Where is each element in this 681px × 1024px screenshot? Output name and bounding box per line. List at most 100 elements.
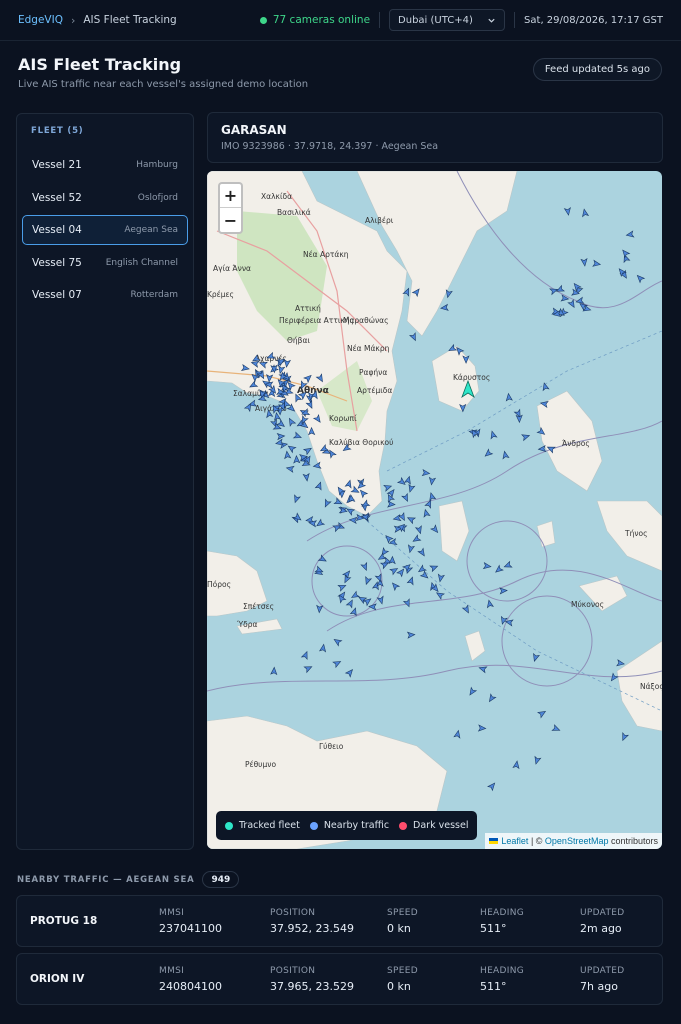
nearby-vessel-marker[interactable]	[483, 448, 494, 458]
ais-map[interactable]: Χαλκίδα Βασιλικά Αλιβέρι Νέα Αρτάκη Αγία…	[207, 171, 662, 849]
nearby-vessel-marker[interactable]	[293, 455, 301, 464]
nearby-vessel-marker[interactable]	[317, 554, 328, 564]
nearby-vessel-marker[interactable]	[421, 468, 431, 477]
nearby-vessel-marker[interactable]	[616, 659, 625, 667]
nearby-vessel-marker[interactable]	[505, 392, 513, 402]
nearby-vessel-marker[interactable]	[302, 472, 310, 482]
nearby-vessel-marker[interactable]	[383, 483, 393, 492]
nearby-vessel-marker[interactable]	[551, 724, 561, 733]
nearby-vessel-marker[interactable]	[348, 516, 358, 525]
nearby-vessel-marker[interactable]	[489, 430, 498, 440]
nearby-vessel-marker[interactable]	[581, 208, 590, 218]
nearby-vessel-marker[interactable]	[406, 515, 417, 525]
nearby-vessel-marker[interactable]	[389, 566, 399, 576]
nearby-vessel-marker[interactable]	[407, 483, 416, 493]
nearby-vessel-marker[interactable]	[345, 599, 355, 609]
fleet-item-vessel-04[interactable]: Vessel 04 Aegean Sea	[22, 215, 188, 245]
nearby-vessel-marker[interactable]	[620, 732, 630, 742]
nearby-vessel-marker[interactable]	[332, 659, 342, 669]
nearby-vessel-marker[interactable]	[314, 481, 323, 491]
nearby-vessel-marker[interactable]	[533, 755, 542, 765]
fleet-item-vessel-07[interactable]: Vessel 07 Rotterdam	[22, 280, 188, 310]
nearby-vessel-marker[interactable]	[322, 498, 332, 508]
traffic-row[interactable]: ORION IV MMSI 240804100 POSITION 37.965,…	[16, 953, 663, 1005]
nearby-vessel-marker[interactable]	[401, 492, 410, 503]
nearby-vessel-marker[interactable]	[499, 587, 508, 595]
nearby-vessel-marker[interactable]	[376, 595, 385, 605]
nearby-vessel-marker[interactable]	[537, 709, 547, 719]
nearby-vessel-marker[interactable]	[429, 563, 439, 573]
nearby-vessel-marker[interactable]	[406, 576, 415, 586]
nearby-vessel-marker[interactable]	[388, 555, 396, 565]
nearby-vessel-marker[interactable]	[300, 650, 310, 661]
nearby-vessel-marker[interactable]	[567, 298, 577, 309]
zoom-in-button[interactable]: +	[220, 184, 241, 208]
nearby-vessel-marker[interactable]	[377, 552, 387, 562]
nearby-vessel-marker[interactable]	[316, 604, 324, 614]
nearby-vessel-marker[interactable]	[580, 257, 588, 267]
nearby-vessel-marker[interactable]	[407, 544, 416, 554]
nearby-vessel-marker[interactable]	[403, 475, 413, 485]
nearby-vessel-marker[interactable]	[412, 534, 422, 544]
nearby-vessel-marker[interactable]	[453, 729, 461, 739]
nearby-vessel-marker[interactable]	[302, 446, 313, 456]
leaflet-link[interactable]: Leaflet	[501, 836, 528, 846]
nearby-vessel-marker[interactable]	[318, 643, 327, 653]
nearby-vessel-marker[interactable]	[512, 760, 520, 770]
nearby-vessel-marker[interactable]	[342, 574, 352, 584]
breadcrumb-home[interactable]: EdgeVIQ	[18, 14, 63, 26]
nearby-vessel-marker[interactable]	[440, 303, 449, 311]
nearby-vessel-marker[interactable]	[435, 590, 445, 600]
nearby-vessel-marker[interactable]	[270, 666, 278, 676]
nearby-vessel-marker[interactable]	[363, 575, 373, 586]
nearby-vessel-marker[interactable]	[284, 450, 292, 460]
nearby-vessel-marker[interactable]	[401, 562, 412, 573]
nearby-vessel-marker[interactable]	[285, 465, 295, 473]
nearby-vessel-marker[interactable]	[384, 534, 394, 544]
nearby-vessel-marker[interactable]	[592, 259, 602, 267]
nearby-vessel-marker[interactable]	[419, 570, 430, 580]
nearby-vessel-marker[interactable]	[344, 668, 355, 678]
nearby-vessel-marker[interactable]	[428, 492, 437, 502]
osm-link[interactable]: OpenStreetMap	[545, 836, 609, 846]
fleet-item-vessel-75[interactable]: Vessel 75 English Channel	[22, 248, 188, 278]
nearby-vessel-marker[interactable]	[392, 514, 402, 522]
fleet-item-vessel-52[interactable]: Vessel 52 Oslofjord	[22, 183, 188, 213]
nearby-vessel-marker[interactable]	[417, 547, 427, 557]
nearby-vessel-marker[interactable]	[357, 595, 368, 605]
nearby-vessel-marker[interactable]	[337, 583, 347, 592]
nearby-vessel-marker[interactable]	[494, 564, 504, 574]
nearby-vessel-marker[interactable]	[414, 525, 424, 535]
nearby-vessel-marker[interactable]	[287, 417, 297, 427]
nearby-vessel-marker[interactable]	[625, 230, 635, 238]
nearby-vessel-marker[interactable]	[620, 248, 631, 259]
nearby-vessel-marker[interactable]	[292, 431, 303, 440]
nearby-vessel-marker[interactable]	[350, 590, 361, 600]
nearby-vessel-marker[interactable]	[292, 494, 301, 504]
nearby-vessel-marker[interactable]	[477, 724, 487, 732]
nearby-vessel-marker[interactable]	[437, 573, 445, 583]
timezone-select[interactable]: Dubai (UTC+4)	[389, 9, 506, 31]
nearby-vessel-marker[interactable]	[342, 569, 352, 580]
nearby-vessel-marker[interactable]	[390, 581, 401, 592]
nearby-vessel-marker[interactable]	[428, 476, 437, 486]
nearby-vessel-marker[interactable]	[406, 631, 416, 639]
nearby-vessel-marker[interactable]	[482, 562, 492, 570]
traffic-row[interactable]: PROTUG 18 MMSI 237041100 POSITION 37.952…	[16, 895, 663, 947]
nearby-vessel-marker[interactable]	[541, 382, 550, 392]
nearby-vessel-marker[interactable]	[487, 693, 497, 703]
nearby-vessel-marker[interactable]	[333, 637, 343, 647]
nearby-vessel-marker[interactable]	[303, 664, 313, 674]
nearby-vessel-marker[interactable]	[521, 433, 531, 442]
nearby-vessel-marker[interactable]	[531, 652, 541, 662]
nearby-vessel-marker[interactable]	[635, 273, 646, 284]
nearby-vessel-marker[interactable]	[502, 450, 510, 460]
nearby-vessel-marker[interactable]	[292, 512, 302, 522]
zoom-out-button[interactable]: −	[220, 208, 241, 232]
nearby-vessel-marker[interactable]	[486, 599, 494, 609]
nearby-vessel-marker[interactable]	[409, 332, 418, 342]
nearby-vessel-marker[interactable]	[396, 567, 406, 578]
nearby-vessel-marker[interactable]	[563, 207, 571, 216]
nearby-vessel-marker[interactable]	[287, 444, 297, 454]
nearby-vessel-marker[interactable]	[503, 560, 513, 570]
